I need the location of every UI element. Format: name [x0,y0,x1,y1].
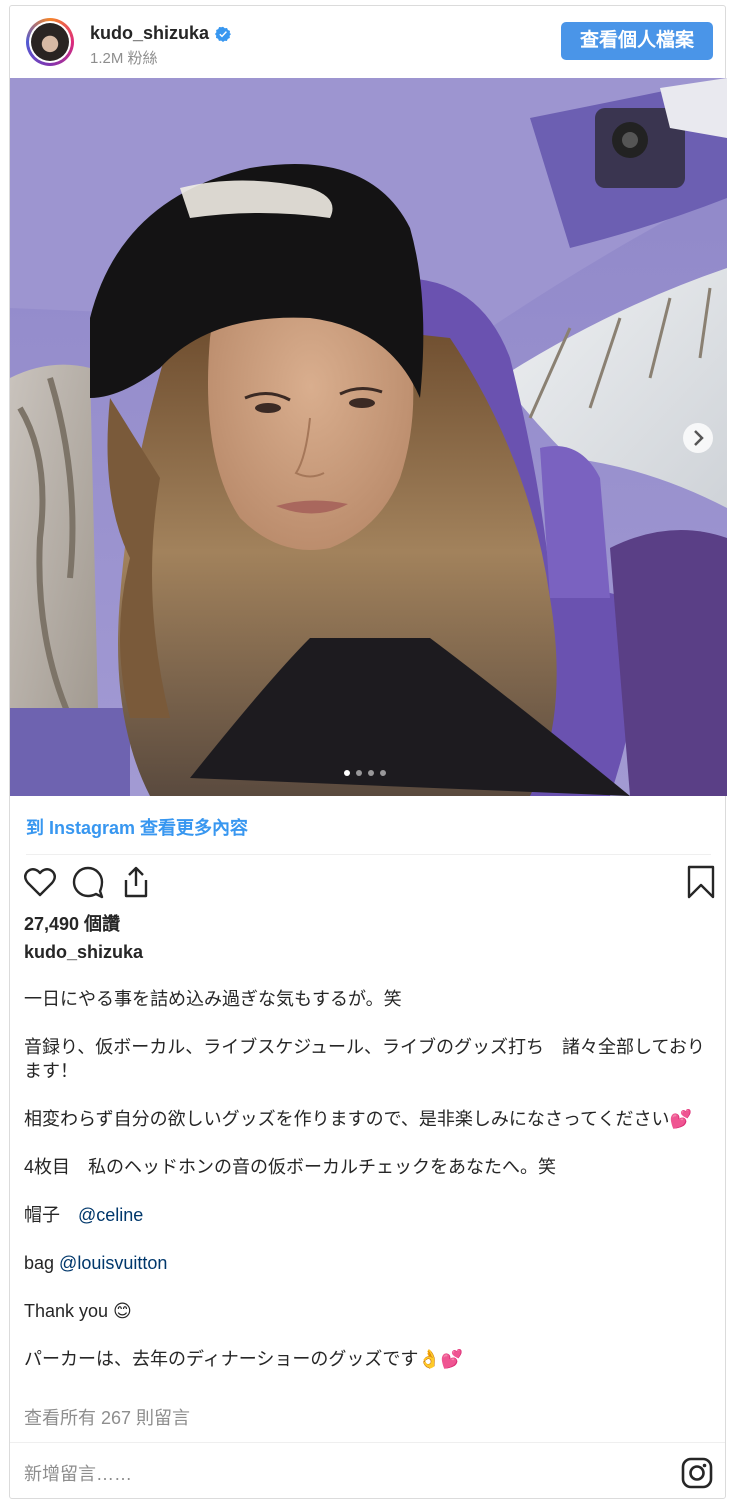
mention-link[interactable]: @celine [78,1205,143,1225]
share-icon[interactable] [118,864,154,900]
follower-count: 1.2M 粉絲 [90,50,158,67]
caption-line: 帽子 @celine [24,1205,144,1225]
view-profile-button[interactable]: 查看個人檔案 [561,22,713,60]
instagram-logo-icon[interactable] [681,1457,713,1489]
post-header: kudo_shizuka 1.2M 粉絲 查看個人檔案 [10,6,725,78]
chevron-right-icon [694,430,704,446]
like-count[interactable]: 27,490 個讚 [24,910,120,936]
caption-line: 音録り、仮ボーカル、ライブスケジュール、ライブのグッズ打ち 諸々全部しております… [24,1037,705,1081]
comment-icon[interactable] [70,864,106,900]
bookmark-icon[interactable] [683,864,719,900]
comment-bar: 新增留言…… [10,1442,725,1501]
instagram-embed-card: kudo_shizuka 1.2M 粉絲 查看個人檔案 到 Instagram … [9,5,727,1501]
add-comment-input[interactable]: 新增留言…… [24,1460,132,1486]
mention-link[interactable]: @louisvuitton [59,1253,167,1273]
action-bar [22,864,719,900]
caption-username[interactable]: kudo_shizuka [24,942,143,963]
selfie-image [10,78,727,796]
avatar[interactable] [26,18,74,66]
view-all-comments-link[interactable]: 查看所有 267 則留言 [24,1404,190,1430]
username[interactable]: kudo_shizuka [90,23,232,44]
heart-icon[interactable] [22,864,58,900]
caption-line: bag @louisvuitton [24,1253,168,1273]
divider [26,854,711,855]
caption-line: 相変わらず自分の欲しいグッズを作りますので、是非楽しみになさってください💕 [24,1109,692,1129]
next-slide-button[interactable] [683,423,713,453]
verified-badge-icon [215,27,232,43]
post-photo[interactable] [10,78,727,796]
caption-line: 一日にやる事を詰め込み過ぎな気もするが。笑 [24,989,402,1009]
carousel-dot [356,770,362,776]
carousel-dot [368,770,374,776]
carousel-dot [344,770,350,776]
view-more-on-instagram-link[interactable]: 到 Instagram 查看更多內容 [26,814,248,840]
caption-text: 一日にやる事を詰め込み過ぎな気もするが。笑 音録り、仮ボーカル、ライブスケジュー… [24,987,714,1395]
caption-line: Thank you 😊 [24,1301,132,1321]
caption-line: パーカーは、去年のディナーショーのグッズです👌💕 [24,1349,464,1369]
caption-line: 4枚目 私のヘッドホンの音の仮ボーカルチェックをあなたへ。笑 [24,1157,557,1177]
carousel-dot [380,770,386,776]
